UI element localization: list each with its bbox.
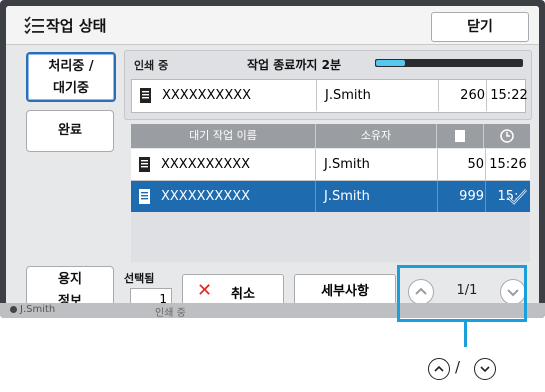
job-time: 15:26 [485,149,530,180]
job-owner: J.Smith [315,149,444,180]
chevron-down-icon [474,358,496,380]
list-check-icon [24,16,44,34]
printing-label: 인쇄 중 [134,59,169,72]
callout-separator: / [455,358,461,376]
queue-empty-area [131,212,530,262]
tab-label-line2: 대기중 [53,81,89,96]
job-owner: J.Smith [315,181,444,212]
user-icon [10,305,17,313]
job-name: XXXXXXXXXX [161,157,251,172]
column-header-pages [437,124,484,148]
check-icon [507,189,527,205]
tab-processing-waiting[interactable]: 처리중 / 대기중 [26,52,116,102]
close-icon: ✕ [197,280,213,301]
printing-job-row[interactable]: XXXXXXXXXX J.Smith 260 15:22 [131,79,528,113]
job-time: 15: [485,181,530,212]
progress-bar [375,59,523,67]
column-header-time [484,124,530,148]
status-user: J.Smith [10,304,55,315]
table-row[interactable]: XXXXXXXXXX J.Smith 50 15:26 [131,149,530,181]
progress-fill [376,60,405,66]
job-time-text: 15:26 [489,157,527,172]
job-owner: J.Smith [316,80,445,111]
document-icon [140,88,151,103]
clock-icon [500,129,514,143]
status-printing: 인쇄 중 [155,308,186,318]
cancel-label: 취소 [231,287,255,302]
column-header-owner: 소유자 [316,124,437,148]
tab-completed[interactable]: 완료 [26,110,114,152]
job-name: XXXXXXXXXX [162,88,252,103]
document-icon [139,157,150,172]
document-icon [139,189,150,204]
remaining-time: 작업 종료까지 2분 [247,58,341,72]
job-pages: 50 [437,149,484,180]
queue-header: 대기 작업 이름 소유자 [131,124,530,148]
header: 작업 상태 닫기 [6,6,539,45]
tab-label-line1: 처리중 / [48,59,94,74]
page-title: 작업 상태 [46,17,107,35]
job-pages: 999 [437,181,484,212]
selected-label: 선택됨 [124,272,155,285]
callout-leader-line [464,322,467,347]
job-pages: 260 [438,80,485,111]
page-icon [455,130,465,142]
button-label-line1: 용지 [58,272,82,287]
table-row[interactable]: XXXXXXXXXX J.Smith 999 15: [131,181,530,213]
job-name: XXXXXXXXXX [161,189,251,204]
callout-note: / [428,358,518,382]
close-button[interactable]: 닫기 [431,12,529,42]
status-user-name: J.Smith [20,304,56,315]
job-time: 15:22 [486,80,531,111]
printing-panel: 인쇄 중 작업 종료까지 2분 XXXXXXXXXX J.Smith 260 1… [124,50,532,120]
callout-highlight [397,265,527,322]
column-header-name: 대기 작업 이름 [131,124,316,148]
chevron-up-icon [428,358,450,380]
